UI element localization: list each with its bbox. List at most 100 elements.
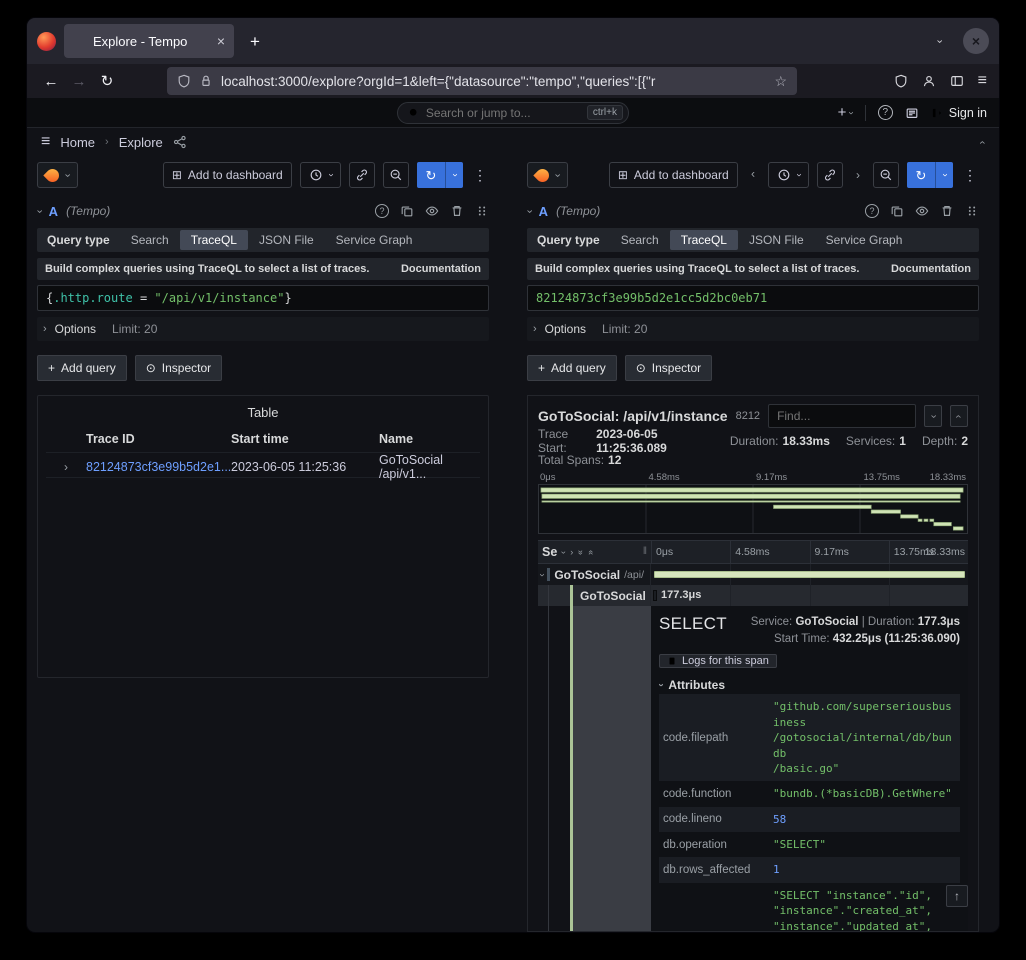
help-icon[interactable]: ? — [878, 105, 893, 120]
zoom-out-button[interactable] — [873, 162, 899, 188]
tab-json-file[interactable]: JSON File — [738, 228, 815, 252]
tab-traceql[interactable]: TraceQL — [180, 230, 248, 250]
delete-query-icon[interactable] — [450, 204, 464, 218]
options-row[interactable]: › Options Limit: 20 — [37, 317, 489, 341]
logs-for-span-button[interactable]: Logs for this span — [659, 654, 777, 668]
firefox-view-icon[interactable] — [37, 32, 56, 51]
tab-service-graph[interactable]: Service Graph — [815, 228, 914, 252]
datasource-picker[interactable]: › — [527, 162, 568, 188]
duplicate-query-icon[interactable] — [400, 204, 414, 218]
traceql-editor[interactable]: 82124873cf3e99b5d2e1cc5d2bc0eb71 — [527, 285, 979, 311]
time-picker-button[interactable]: › — [300, 162, 341, 188]
inspector-button[interactable]: ⊙ Inspector — [135, 355, 222, 381]
add-to-dashboard-button[interactable]: ⊞ Add to dashboard — [163, 162, 292, 188]
window-close-button[interactable]: × — [963, 28, 989, 54]
shield-icon[interactable] — [177, 74, 191, 88]
col-name[interactable]: Name — [379, 432, 480, 446]
chevron-down-icon[interactable]: › — [559, 551, 568, 554]
add-to-dashboard-button[interactable]: ⊞ Add to dashboard — [609, 162, 738, 188]
span-name-cell[interactable]: › GoToSocial /api/ — [538, 564, 651, 585]
hide-query-icon[interactable] — [915, 204, 929, 218]
lock-icon[interactable] — [199, 74, 213, 88]
add-query-button[interactable]: + Add query — [37, 355, 127, 381]
more-options-kebab[interactable]: ⋮ — [961, 168, 979, 182]
sidebar-icon[interactable] — [950, 74, 964, 88]
collapse-query-icon[interactable]: › — [33, 209, 44, 213]
url-bar[interactable]: ☆ — [167, 67, 797, 95]
drag-handle-icon[interactable] — [475, 204, 489, 218]
attributes-accordion[interactable]: › Attributes — [659, 678, 960, 692]
inspector-button[interactable]: ⊙ Inspector — [625, 355, 712, 381]
query-help-icon[interactable]: ? — [865, 204, 879, 218]
time-picker-button[interactable]: › — [768, 162, 809, 188]
tab-search[interactable]: Search — [610, 228, 670, 252]
span-bar[interactable] — [653, 590, 657, 601]
news-icon[interactable] — [905, 106, 919, 120]
collapse-topbar-icon[interactable]: › — [978, 140, 989, 144]
scroll-to-top-button[interactable]: ↑ — [946, 885, 968, 907]
trace-minimap[interactable] — [538, 484, 968, 534]
span-row-root[interactable]: › GoToSocial /api/ — [538, 564, 968, 585]
span-bar[interactable] — [654, 571, 965, 578]
tab-search[interactable]: Search — [120, 228, 180, 252]
grafana-logo-icon[interactable] — [39, 103, 59, 123]
find-input[interactable] — [768, 404, 916, 428]
datasource-picker[interactable]: › — [37, 162, 78, 188]
more-options-kebab[interactable]: ⋮ — [471, 168, 489, 182]
span-name-cell[interactable]: GoToSocial — [538, 585, 651, 606]
account-icon[interactable] — [922, 74, 936, 88]
widen-left-pane-icon[interactable]: › — [746, 169, 760, 181]
traceql-editor[interactable]: {.http.route = "/api/v1/instance"} — [37, 285, 489, 311]
query-help-icon[interactable]: ? — [375, 204, 389, 218]
hide-query-icon[interactable] — [425, 204, 439, 218]
back-button[interactable]: ← — [39, 74, 63, 89]
col-trace-id[interactable]: Trace ID — [86, 432, 231, 446]
browser-tab[interactable]: Explore - Tempo × — [64, 24, 234, 58]
collapse-all-icon[interactable]: » — [586, 549, 595, 554]
reload-button[interactable]: ↻ — [95, 74, 119, 89]
span-timeline-cell[interactable] — [651, 564, 968, 585]
trace-id-link[interactable]: 82124873cf3e99b5d2e1... — [86, 460, 231, 474]
mega-menu-icon[interactable]: ≡ — [41, 134, 50, 150]
collapse-one-icon[interactable]: › — [570, 548, 573, 557]
next-result-button[interactable]: › — [950, 405, 968, 427]
collapse-children-icon[interactable]: › — [538, 573, 547, 576]
extension-shield-icon[interactable] — [894, 74, 908, 88]
prev-result-button[interactable]: › — [924, 405, 942, 427]
menu-icon[interactable]: ≡ — [978, 73, 987, 89]
documentation-link[interactable]: Documentation — [401, 263, 481, 275]
tab-traceql[interactable]: TraceQL — [670, 230, 738, 250]
close-tab-icon[interactable]: × — [217, 34, 225, 48]
drag-handle-icon[interactable] — [965, 204, 979, 218]
copy-link-button[interactable] — [817, 162, 843, 188]
table-row[interactable]: › 82124873cf3e99b5d2e1... 2023-06-05 11:… — [46, 452, 480, 478]
forward-button[interactable]: → — [67, 74, 91, 89]
column-resizer-handle[interactable]: ‖ — [643, 547, 647, 557]
global-search[interactable]: ctrl+k — [397, 102, 629, 124]
list-all-tabs-icon[interactable]: › — [934, 39, 945, 43]
url-input[interactable] — [221, 74, 766, 89]
span-row-selected[interactable]: GoToSocial 177.3μs — [538, 585, 968, 606]
copy-link-button[interactable] — [349, 162, 375, 188]
bookmark-star-icon[interactable]: ☆ — [774, 74, 787, 88]
widen-right-pane-icon[interactable]: › — [851, 169, 865, 181]
delete-query-icon[interactable] — [940, 204, 954, 218]
run-query-button[interactable]: ↻ › — [907, 162, 953, 188]
duplicate-query-icon[interactable] — [890, 204, 904, 218]
tab-json-file[interactable]: JSON File — [248, 228, 325, 252]
options-row[interactable]: › Options Limit: 20 — [527, 317, 979, 341]
new-tab-button[interactable]: + — [242, 33, 268, 50]
collapse-query-icon[interactable]: › — [523, 209, 534, 213]
col-start-time[interactable]: Start time — [231, 432, 379, 446]
add-query-button[interactable]: + Add query — [527, 355, 617, 381]
documentation-link[interactable]: Documentation — [891, 263, 971, 275]
expand-all-icon[interactable]: » — [576, 549, 585, 554]
new-menu-button[interactable]: + › — [838, 105, 853, 120]
find-input-field[interactable] — [777, 409, 907, 423]
search-input[interactable] — [426, 106, 581, 120]
breadcrumb-home[interactable]: Home — [60, 135, 95, 150]
tab-service-graph[interactable]: Service Graph — [325, 228, 424, 252]
run-query-button[interactable]: ↻ › — [417, 162, 463, 188]
expand-row-icon[interactable]: › — [46, 461, 86, 473]
service-operation-label[interactable]: Se — [542, 545, 557, 559]
